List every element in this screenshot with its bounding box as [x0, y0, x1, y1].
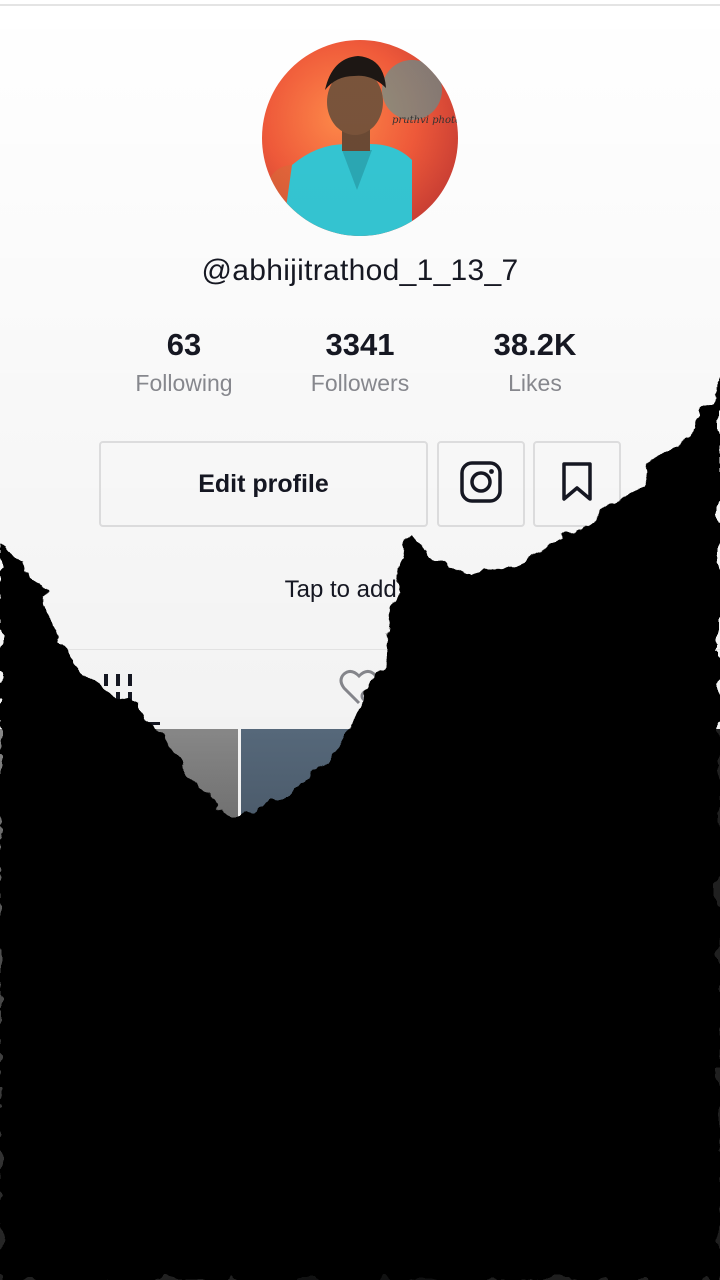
- video-thumbnail[interactable]: [0, 729, 238, 1280]
- likes-label: Likes: [508, 370, 562, 396]
- avatar[interactable]: pruthvi photogr: [262, 40, 458, 236]
- likes-count: 38.2K: [493, 327, 577, 362]
- instagram-icon: [459, 460, 503, 509]
- tab-videos[interactable]: [100, 672, 140, 706]
- add-bio-hint[interactable]: Tap to add bio: [0, 576, 720, 604]
- tabs-divider: [0, 649, 720, 650]
- profile-screen: pruthvi photogr @abhijitrathod_1_13_7 63…: [0, 0, 720, 1280]
- video-thumbnail[interactable]: [241, 729, 479, 1280]
- following-label: Following: [135, 370, 233, 396]
- stat-followers[interactable]: 3341 Followers: [270, 326, 450, 397]
- edit-profile-button[interactable]: Edit profile: [99, 441, 428, 527]
- grid-icon: [100, 674, 140, 710]
- tab-liked[interactable]: [338, 668, 384, 708]
- video-grid: [0, 729, 720, 1280]
- video-thumbnail[interactable]: [482, 729, 720, 1280]
- stat-following[interactable]: 63 Following: [94, 326, 274, 397]
- stat-likes[interactable]: 38.2K Likes: [445, 326, 625, 397]
- instagram-button[interactable]: [437, 441, 525, 527]
- followers-label: Followers: [310, 370, 410, 396]
- active-tab-indicator: [80, 722, 160, 725]
- followers-count: 3341: [325, 327, 395, 362]
- bookmark-icon: [560, 461, 594, 508]
- following-count: 63: [166, 327, 202, 362]
- status-divider: [0, 4, 720, 6]
- bookmarks-button[interactable]: [533, 441, 621, 527]
- liked-hidden-icon: [338, 669, 384, 712]
- username: @abhijitrathod_1_13_7: [201, 254, 519, 287]
- avatar-watermark: pruthvi photogr: [392, 115, 458, 126]
